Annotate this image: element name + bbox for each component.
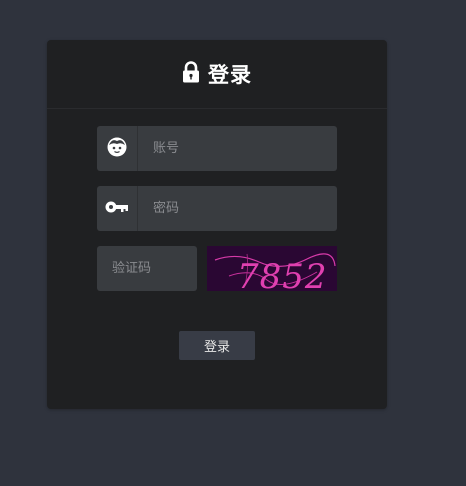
login-page: 登录 账号 验证码 7852 登录 bbox=[0, 0, 466, 486]
username-input[interactable] bbox=[138, 126, 335, 171]
lock-icon bbox=[182, 61, 200, 83]
page-title: 登录 bbox=[208, 63, 252, 87]
captcha-text: 7852 bbox=[237, 257, 328, 291]
key-icon bbox=[105, 199, 129, 218]
login-card: 登录 账号 验证码 7852 登录 bbox=[47, 40, 387, 409]
password-icon-cell bbox=[97, 186, 138, 231]
password-input[interactable] bbox=[138, 186, 335, 231]
card-header: 登录 bbox=[47, 40, 387, 109]
username-icon-cell bbox=[97, 126, 138, 171]
captcha-image[interactable]: 7852 bbox=[207, 246, 337, 291]
login-button[interactable]: 登录 bbox=[179, 331, 255, 360]
face-icon bbox=[106, 136, 128, 162]
password-field[interactable] bbox=[97, 186, 337, 231]
captcha-input[interactable] bbox=[97, 246, 197, 291]
username-field[interactable] bbox=[97, 126, 337, 171]
